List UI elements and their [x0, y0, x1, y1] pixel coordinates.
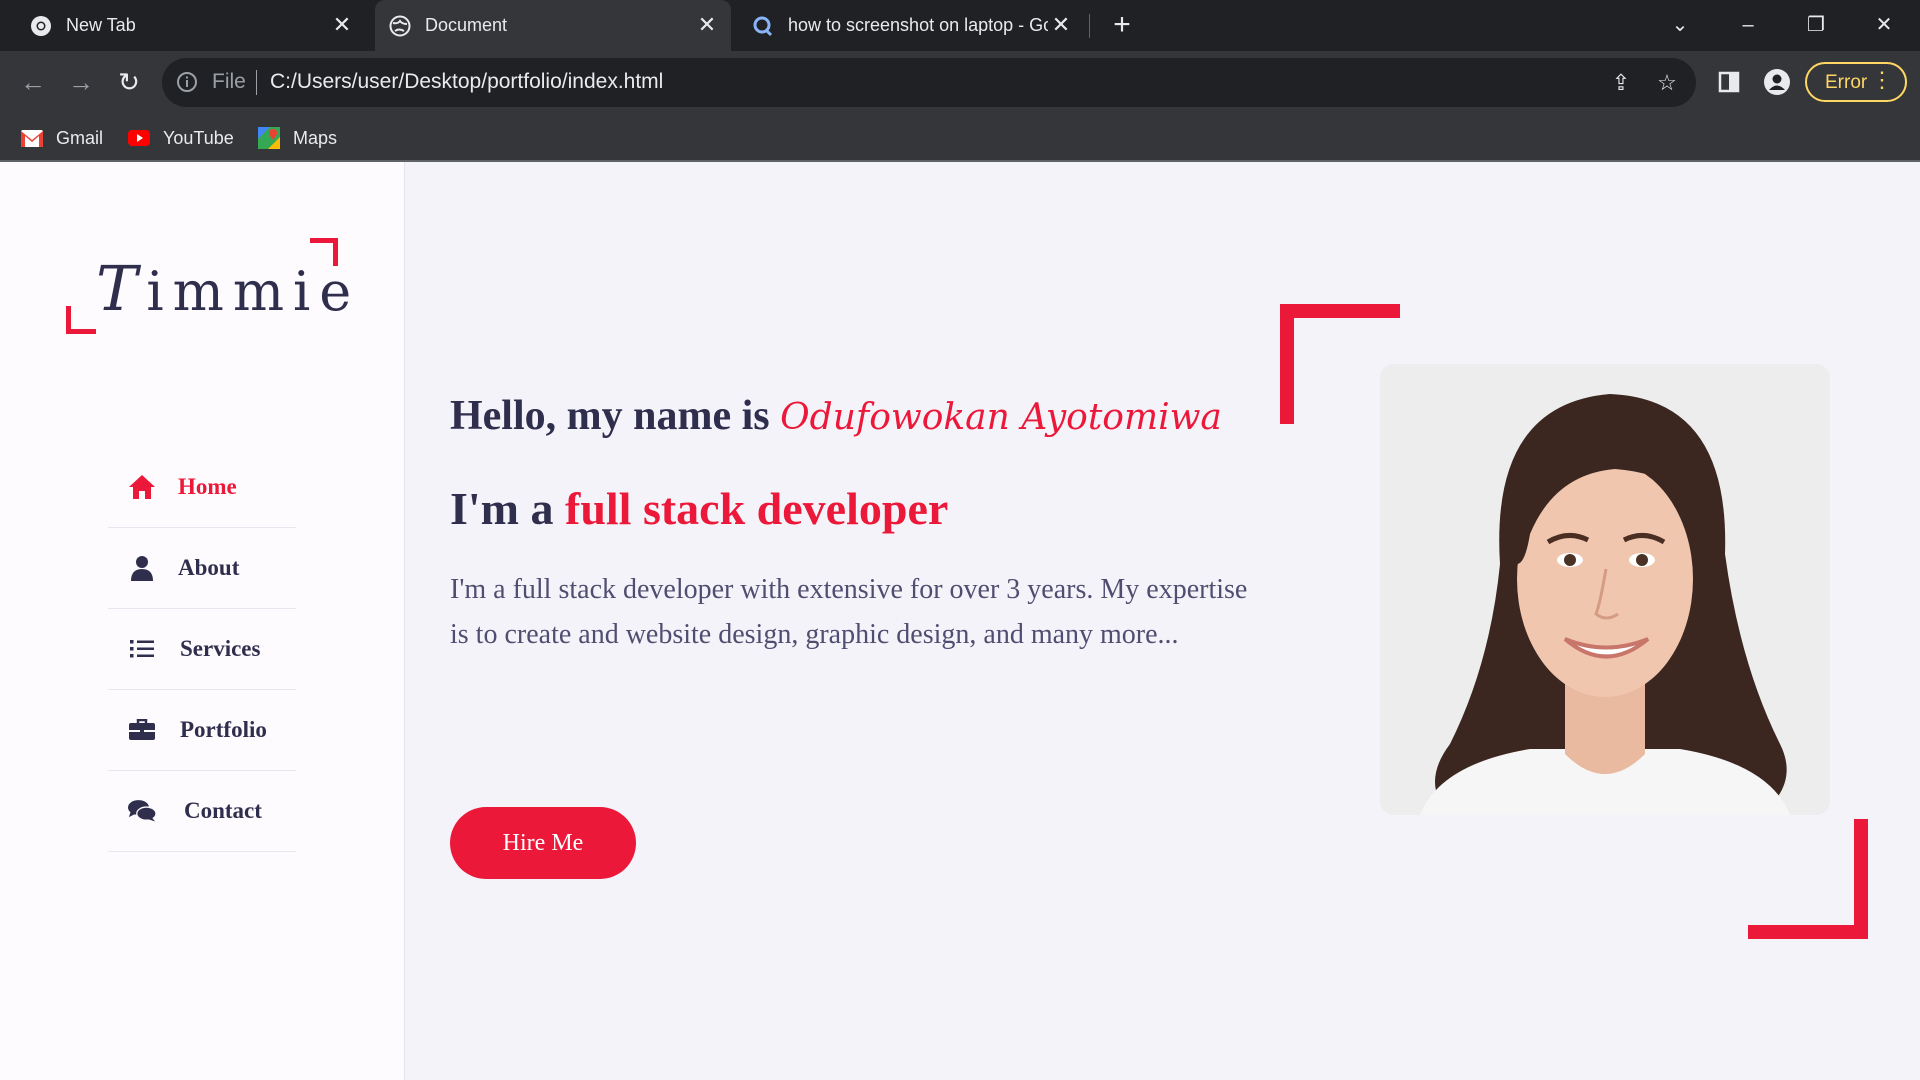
hero-greeting: Hello, my name is Odufowokan Ayotomiwa — [450, 393, 1222, 439]
tab-title: New Tab — [66, 15, 136, 35]
nav-item-contact[interactable]: Contact — [108, 771, 296, 852]
browser-tab-strip: New Tab ✕ Document ✕ how to screenshot o… — [0, 0, 1920, 51]
main-nav: Home About Services Portfolio Contact — [108, 447, 296, 852]
google-search-icon — [752, 15, 774, 37]
share-icon[interactable]: ⇪ — [1608, 70, 1634, 96]
bookmark-maps[interactable]: Maps — [257, 124, 337, 152]
list-icon — [128, 635, 156, 663]
side-panel-icon[interactable] — [1712, 65, 1746, 99]
nav-item-portfolio[interactable]: Portfolio — [108, 690, 296, 771]
tab-search-dropdown-icon[interactable]: ⌄ — [1665, 10, 1695, 40]
bookmark-gmail[interactable]: Gmail — [20, 124, 103, 152]
logo-text: Timmie — [96, 252, 361, 325]
logo-bracket-bottom-left — [66, 306, 96, 334]
gmail-icon — [20, 128, 44, 148]
url-text[interactable]: C:/Users/user/Desktop/portfolio/index.ht… — [270, 70, 663, 94]
portfolio-page: Timmie Home About Services Portfolio Con… — [0, 162, 1920, 1080]
chrome-icon — [30, 15, 52, 37]
error-label: Error — [1825, 72, 1868, 93]
briefcase-icon — [128, 716, 156, 744]
hire-me-button[interactable]: Hire Me — [450, 807, 636, 879]
back-arrow-icon[interactable]: ← — [16, 65, 50, 99]
hero-name: Odufowokan Ayotomiwa — [780, 397, 1222, 438]
forward-arrow-icon[interactable]: → — [64, 65, 98, 99]
browser-toolbar: ← → ↻ File C:/Users/user/Desktop/portfol… — [0, 51, 1920, 114]
profile-avatar-icon[interactable] — [1760, 65, 1794, 99]
tab-title: Document — [425, 15, 508, 35]
sidebar: Timmie Home About Services Portfolio Con… — [0, 162, 405, 1080]
hero-role-accent: full stack developer — [565, 483, 949, 534]
nav-item-home[interactable]: Home — [108, 447, 296, 528]
home-icon — [128, 473, 156, 501]
youtube-icon — [127, 128, 151, 148]
globe-icon — [389, 15, 411, 37]
close-icon[interactable]: ✕ — [695, 13, 719, 37]
bookmarks-bar: Gmail YouTube Maps — [0, 114, 1920, 162]
hero-role: I'm a full stack developer — [450, 483, 949, 534]
tab-separator — [1089, 14, 1090, 38]
scheme-label: File — [212, 70, 246, 93]
bookmark-label: Maps — [293, 127, 338, 148]
bookmark-star-icon[interactable]: ☆ — [1654, 70, 1680, 96]
tab-new-tab[interactable]: New Tab ✕ — [0, 0, 366, 51]
nav-label: Portfolio — [180, 717, 267, 742]
bookmark-youtube[interactable]: YouTube — [127, 124, 234, 152]
profile-photo — [1380, 364, 1830, 815]
nav-label: About — [178, 555, 240, 580]
nav-label: Home — [178, 474, 237, 499]
window-close-icon[interactable]: ✕ — [1869, 10, 1899, 40]
nav-label: Services — [180, 636, 261, 661]
close-icon[interactable]: ✕ — [1049, 13, 1073, 37]
hero-description: I'm a full stack developer with extensiv… — [450, 574, 1248, 650]
reload-icon[interactable]: ↻ — [112, 65, 146, 99]
maps-icon — [257, 127, 281, 149]
site-logo[interactable]: Timmie — [66, 238, 351, 334]
comments-icon — [128, 797, 156, 825]
bookmark-label: YouTube — [163, 127, 234, 148]
profile-error-button[interactable]: Error ⋮ — [1805, 62, 1907, 102]
bookmark-label: Gmail — [56, 127, 104, 148]
tab-title: how to screenshot on laptop - Go — [788, 15, 1048, 35]
user-icon — [128, 554, 156, 582]
menu-kebab-icon: ⋮ — [1871, 67, 1893, 92]
address-bar[interactable]: File C:/Users/user/Desktop/portfolio/ind… — [162, 58, 1696, 107]
minimize-icon[interactable]: – — [1733, 10, 1763, 40]
close-icon[interactable]: ✕ — [330, 13, 354, 37]
nav-label: Contact — [184, 798, 262, 823]
address-separator — [256, 70, 257, 95]
nav-item-about[interactable]: About — [108, 528, 296, 609]
tab-search[interactable]: how to screenshot on laptop - Go ✕ — [740, 0, 1085, 51]
new-tab-button[interactable]: + — [1108, 10, 1136, 40]
restore-icon[interactable]: ❐ — [1801, 10, 1831, 40]
info-icon[interactable] — [176, 71, 198, 93]
nav-item-services[interactable]: Services — [108, 609, 296, 690]
photo-frame-bottom-right — [1748, 819, 1868, 939]
tab-document[interactable]: Document ✕ — [375, 0, 731, 51]
